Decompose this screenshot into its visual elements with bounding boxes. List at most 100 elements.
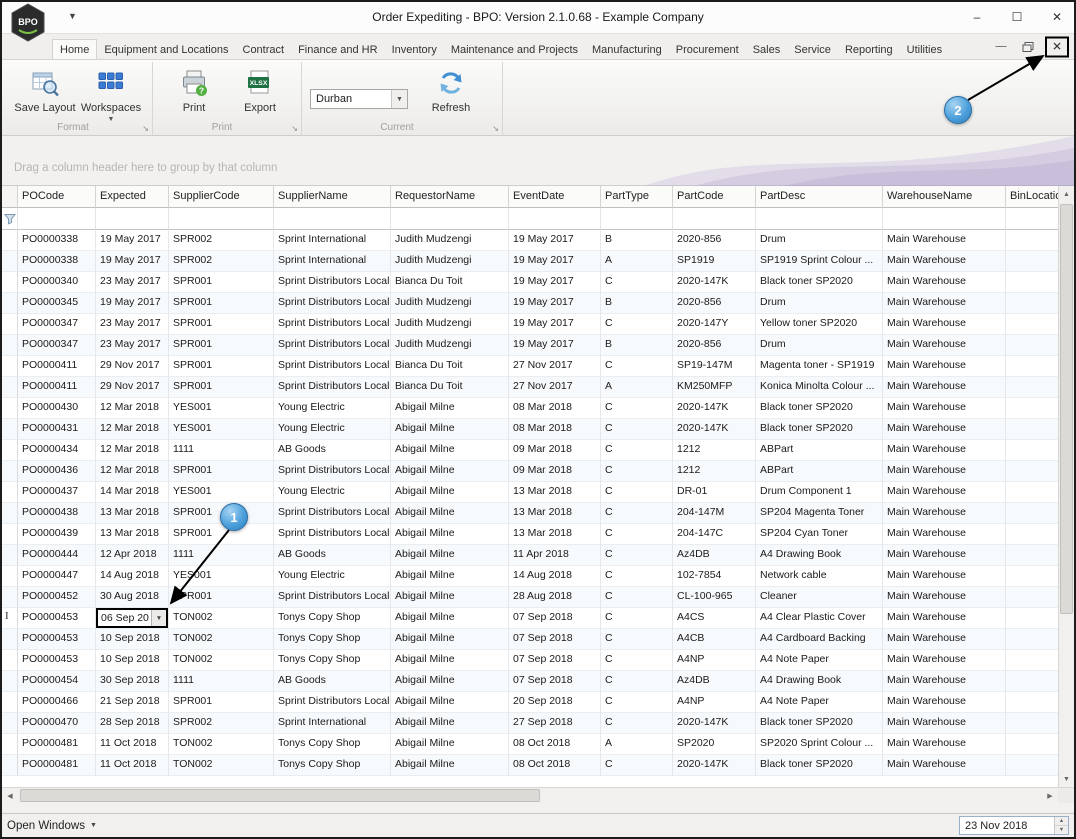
grid-cell[interactable]: Main Warehouse [883, 398, 1006, 419]
grid-cell[interactable]: Main Warehouse [883, 650, 1006, 671]
vertical-scrollbar[interactable]: ▲ ▼ [1058, 186, 1074, 787]
grid-cell[interactable]: CL-100-965 [673, 587, 756, 608]
grid-cell[interactable]: DR-01 [673, 482, 756, 503]
grid-cell[interactable]: B [601, 335, 673, 356]
grid-cell[interactable]: 12 Mar 2018 [96, 440, 169, 461]
grid-cell[interactable]: Main Warehouse [883, 629, 1006, 650]
column-header-requestorname[interactable]: RequestorName [391, 186, 509, 208]
grid-cell[interactable]: Magenta toner - SP1919 [756, 356, 883, 377]
table-row[interactable]: PO0000454 30 Sep 2018 1111 AB Goods Abigail … [2, 671, 1074, 692]
grid-cell[interactable]: YES001 [169, 398, 274, 419]
tab-inventory[interactable]: Inventory [385, 40, 444, 59]
grid-cell[interactable]: 204-147C [673, 524, 756, 545]
column-header-partdesc[interactable]: PartDesc [756, 186, 883, 208]
grid-cell[interactable]: 30 Sep 2018 [96, 671, 169, 692]
grid-cell[interactable]: 10 Sep 2018 [96, 650, 169, 671]
grid-cell[interactable]: TON002 [169, 755, 274, 776]
grid-cell[interactable]: SP204 Magenta Toner [756, 503, 883, 524]
grid-cell[interactable]: C [601, 482, 673, 503]
scroll-up-icon[interactable]: ▲ [1059, 186, 1074, 202]
grid-cell[interactable]: 2020-147K [673, 755, 756, 776]
column-header-expected[interactable]: Expected [96, 186, 169, 208]
filter-cell-suppliercode[interactable] [169, 208, 274, 230]
grid-cell[interactable]: Tonys Copy Shop [274, 629, 391, 650]
grid-cell[interactable]: PO0000347 [18, 335, 96, 356]
grid-cell[interactable]: 19 May 2017 [509, 335, 601, 356]
grid-cell[interactable]: 08 Mar 2018 [509, 398, 601, 419]
grid-cell[interactable]: Black toner SP2020 [756, 713, 883, 734]
grid-cell[interactable]: Bianca Du Toit [391, 272, 509, 293]
grid-cell[interactable]: Main Warehouse [883, 482, 1006, 503]
grid-cell[interactable]: 13 Mar 2018 [509, 482, 601, 503]
grid-cell[interactable]: Judith Mudzengi [391, 293, 509, 314]
expected-date-editor[interactable]: 06 Sep 20 ▼ [96, 608, 168, 628]
export-button[interactable]: XLSX Export [227, 65, 293, 119]
table-row[interactable]: PO0000431 12 Mar 2018 YES001 Young Electric… [2, 419, 1074, 440]
scroll-down-icon[interactable]: ▼ [1059, 771, 1074, 787]
grid-cell[interactable]: Bianca Du Toit [391, 356, 509, 377]
table-row[interactable]: PO0000466 21 Sep 2018 SPR001 Sprint Distrib… [2, 692, 1074, 713]
grid-cell[interactable]: 19 May 2017 [509, 272, 601, 293]
table-row[interactable]: PO0000345 19 May 2017 SPR001 Sprint Distrib… [2, 293, 1074, 314]
filter-cell-warehousename[interactable] [883, 208, 1006, 230]
grid-cell[interactable]: Main Warehouse [883, 230, 1006, 251]
grid-cell[interactable]: A [601, 251, 673, 272]
grid-cell[interactable]: Sprint Distributors Local [274, 524, 391, 545]
table-row[interactable]: PO0000481 11 Oct 2018 TON002 Tonys Copy Sho… [2, 755, 1074, 776]
tab-finance-and-hr[interactable]: Finance and HR [291, 40, 385, 59]
grid-cell[interactable]: 2020-147K [673, 272, 756, 293]
grid-cell[interactable]: PO0000481 [18, 755, 96, 776]
grid-cell[interactable]: 12 Apr 2018 [96, 545, 169, 566]
grid-cell[interactable]: A [601, 377, 673, 398]
grid-cell[interactable]: Main Warehouse [883, 251, 1006, 272]
grid-cell[interactable]: 19 May 2017 [509, 293, 601, 314]
grid-cell[interactable]: 30 Aug 2018 [96, 587, 169, 608]
spin-down-icon[interactable]: ▼ [1055, 825, 1068, 834]
grid-cell[interactable]: 1111 [169, 671, 274, 692]
grid-cell[interactable]: 12 Mar 2018 [96, 419, 169, 440]
grid-cell[interactable]: Abigail Milne [391, 608, 509, 629]
grid-cell[interactable]: Main Warehouse [883, 608, 1006, 629]
grid-cell[interactable]: PO0000439 [18, 524, 96, 545]
column-header-suppliercode[interactable]: SupplierCode [169, 186, 274, 208]
grid-cell[interactable]: PO0000447 [18, 566, 96, 587]
grid-cell[interactable]: PO0000466 [18, 692, 96, 713]
grid-cell[interactable]: PO0000430 [18, 398, 96, 419]
grid-cell[interactable]: 11 Oct 2018 [96, 734, 169, 755]
grid-cell[interactable]: Main Warehouse [883, 566, 1006, 587]
table-row[interactable]: PO0000347 23 May 2017 SPR001 Sprint Distrib… [2, 335, 1074, 356]
filter-cell-eventdate[interactable] [509, 208, 601, 230]
grid-cell[interactable]: Sprint Distributors Local [274, 356, 391, 377]
grid-cell[interactable]: Sprint International [274, 230, 391, 251]
grid-cell[interactable]: B [601, 230, 673, 251]
editor-dropdown-button[interactable]: ▼ [151, 610, 166, 626]
grid-cell[interactable]: 14 Mar 2018 [96, 482, 169, 503]
grid-cell[interactable]: 2020-147K [673, 398, 756, 419]
table-row[interactable]: PO0000439 13 Mar 2018 SPR001 Sprint Distrib… [2, 524, 1074, 545]
grid-cell[interactable]: 1212 [673, 461, 756, 482]
table-row[interactable]: PO0000411 29 Nov 2017 SPR001 Sprint Distrib… [2, 377, 1074, 398]
grid-cell[interactable]: SP2020 Sprint Colour ... [756, 734, 883, 755]
grid-cell[interactable]: A4 Note Paper [756, 692, 883, 713]
grid-cell[interactable]: C [601, 713, 673, 734]
grid-cell[interactable]: ABPart [756, 461, 883, 482]
grid-cell[interactable]: 13 Mar 2018 [96, 503, 169, 524]
grid-cell[interactable]: Main Warehouse [883, 419, 1006, 440]
grid-cell[interactable]: Young Electric [274, 566, 391, 587]
grid-cell[interactable]: PO0000347 [18, 314, 96, 335]
horizontal-scroll-thumb[interactable] [20, 789, 540, 802]
dialog-launcher-icon[interactable]: ↘ [492, 124, 499, 133]
grid-cell[interactable]: SP1919 Sprint Colour ... [756, 251, 883, 272]
grid-cell[interactable]: Abigail Milne [391, 671, 509, 692]
grid-cell[interactable]: AB Goods [274, 671, 391, 692]
grid-cell[interactable]: Main Warehouse [883, 503, 1006, 524]
scroll-right-icon[interactable]: ▶ [1042, 788, 1058, 803]
grid-cell[interactable]: SPR002 [169, 251, 274, 272]
grid-cell[interactable]: Main Warehouse [883, 734, 1006, 755]
grid-cell[interactable]: SP19-147M [673, 356, 756, 377]
mdi-minimize-button[interactable]: — [991, 38, 1011, 56]
grid-cell[interactable]: Young Electric [274, 482, 391, 503]
grid-cell[interactable]: 14 Aug 2018 [509, 566, 601, 587]
grid-cell[interactable]: 28 Sep 2018 [96, 713, 169, 734]
grid-cell[interactable]: 07 Sep 2018 [509, 671, 601, 692]
